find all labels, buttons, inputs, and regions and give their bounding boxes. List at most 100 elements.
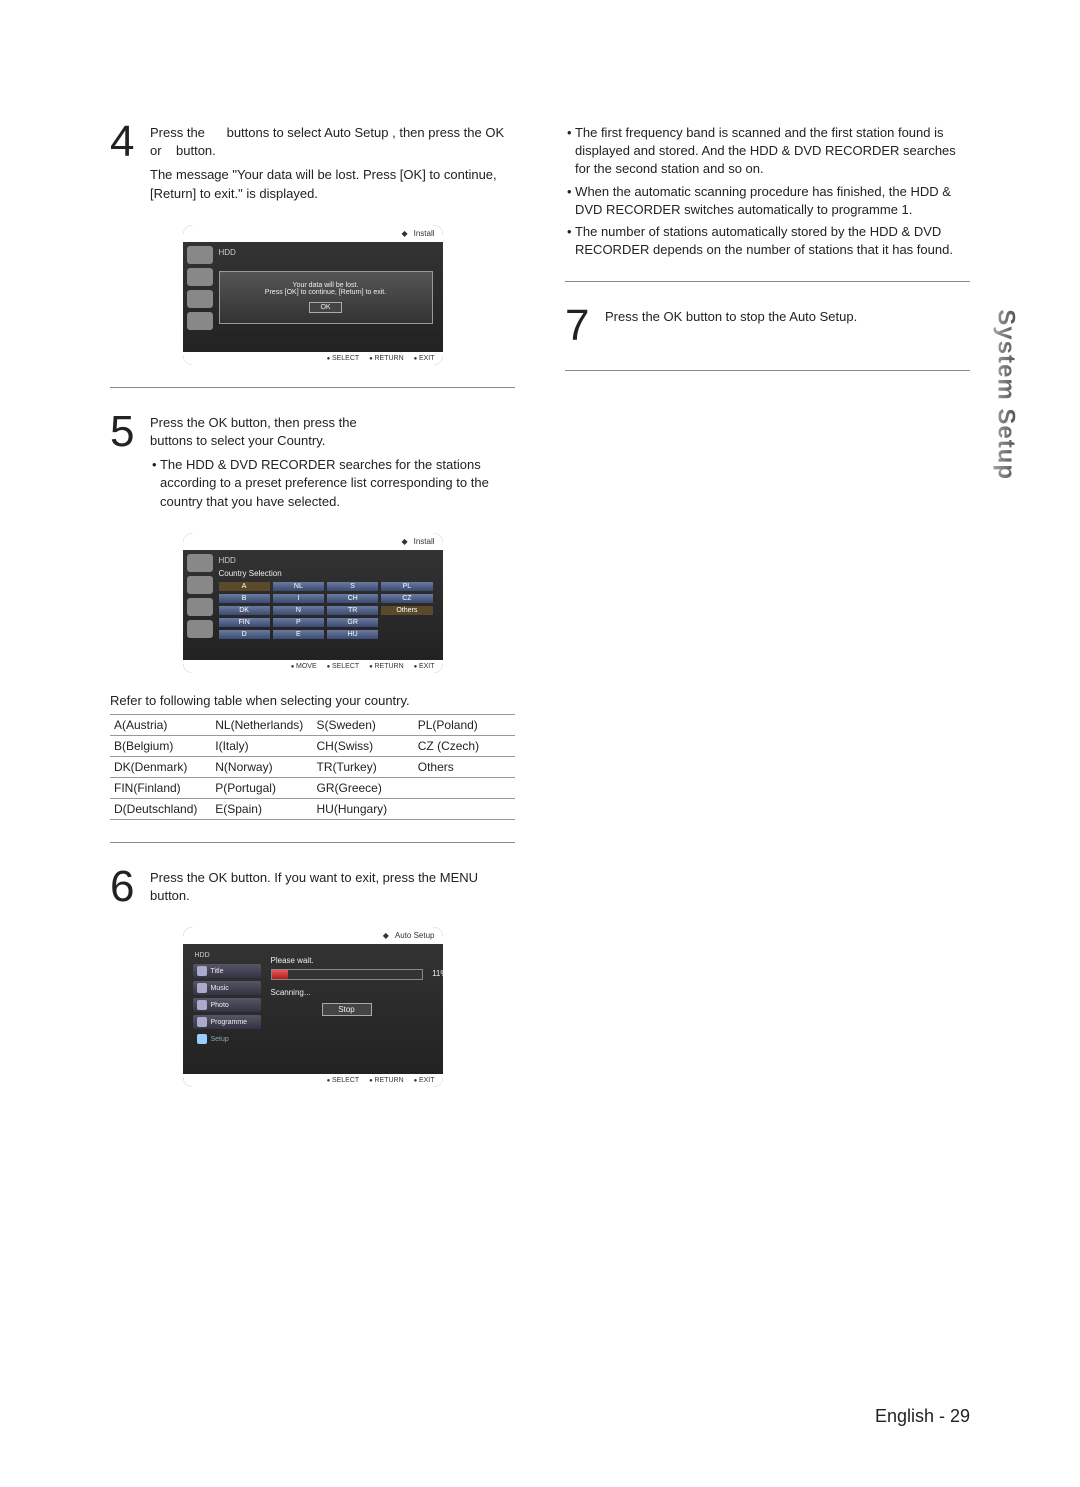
scanning-text: Scanning... <box>271 988 423 997</box>
osd-header: ◆ Install <box>183 533 443 550</box>
country-cell: TR <box>327 606 378 615</box>
country-table: A(Austria) NL(Netherlands) S(Sweden) PL(… <box>110 714 515 820</box>
table-cell: CH(Swiss) <box>313 735 414 756</box>
menu-icon <box>197 1017 207 1027</box>
sidebar-icon <box>187 290 213 308</box>
diamond-icon: ◆ <box>401 537 407 546</box>
diamond-icon: ◆ <box>383 931 389 940</box>
osd-header: ◆ Install <box>183 225 443 242</box>
country-cell: E <box>273 630 324 639</box>
country-grid: A NL S PL B I CH CZ DK N TR Others FIN P… <box>219 582 433 639</box>
country-cell: NL <box>273 582 324 591</box>
table-cell: GR(Greece) <box>313 777 414 798</box>
osd-screenshot-6: ◆ Auto Setup HDD Title Music Photo Progr… <box>183 927 443 1087</box>
menu-label: Title <box>211 968 224 975</box>
right-bullets: The first frequency band is scanned and … <box>565 120 970 259</box>
text: Press the <box>150 125 205 140</box>
footer-select: SELECT <box>327 663 360 670</box>
osd-main-panel: Please wait. 11% Scanning... Stop <box>261 950 433 1066</box>
osd-footer: MOVE SELECT RETURN EXIT <box>183 660 443 673</box>
country-cell: PL <box>381 582 432 591</box>
table-cell: NL(Netherlands) <box>211 714 312 735</box>
country-cell: P <box>273 618 324 627</box>
sidebar-icon <box>187 620 213 638</box>
step-number: 6 <box>110 865 150 911</box>
table-cell: A(Austria) <box>110 714 211 735</box>
stop-button: Stop <box>322 1003 372 1016</box>
footer-select: SELECT <box>327 1077 360 1084</box>
footer-exit: EXIT <box>414 663 435 670</box>
table-cell <box>414 777 515 798</box>
table-cell: S(Sweden) <box>313 714 414 735</box>
table-cell: N(Norway) <box>211 756 312 777</box>
table-cell: B(Belgium) <box>110 735 211 756</box>
step-number: 7 <box>565 304 605 348</box>
sidebar-icon <box>187 312 213 330</box>
footer-return: RETURN <box>369 355 403 362</box>
country-cell: CZ <box>381 594 432 603</box>
country-cell: A <box>219 582 270 591</box>
footer-return: RETURN <box>369 663 403 670</box>
divider <box>565 281 970 282</box>
setup-icon <box>197 1034 207 1044</box>
menu-item: Title <box>193 964 261 978</box>
table-cell <box>414 798 515 819</box>
text: Press the OK button, then press the <box>150 415 357 430</box>
bullet-text: The HDD & DVD RECORDER searches for the … <box>150 456 515 511</box>
osd-modal: Your data will be lost. Press [OK] to co… <box>219 271 433 324</box>
text: Press the OK button to stop the Auto Set… <box>605 308 857 326</box>
bullet-text: The first frequency band is scanned and … <box>565 124 970 179</box>
step-6: 6 Press the OK button. If you want to ex… <box>110 865 515 911</box>
sidebar-icon <box>187 268 213 286</box>
menu-item: Photo <box>193 998 261 1012</box>
osd-header-label: Install <box>414 229 435 238</box>
menu-label: Setup <box>211 1036 229 1043</box>
bullet-text: When the automatic scanning procedure ha… <box>565 183 970 219</box>
country-cell: I <box>273 594 324 603</box>
table-cell: E(Spain) <box>211 798 312 819</box>
sidebar-icon <box>187 576 213 594</box>
modal-ok-button: OK <box>309 302 341 313</box>
step-body: Press the OK button. If you want to exit… <box>150 865 515 911</box>
table-row: DK(Denmark) N(Norway) TR(Turkey) Others <box>110 756 515 777</box>
diamond-icon: ◆ <box>401 229 407 238</box>
osd-header-label: Install <box>414 537 435 546</box>
table-cell: D(Deutschland) <box>110 798 211 819</box>
progress-fill <box>272 970 289 979</box>
osd-menu-sidebar: HDD Title Music Photo Programme Setup <box>193 950 261 1066</box>
table-row: A(Austria) NL(Netherlands) S(Sweden) PL(… <box>110 714 515 735</box>
country-cell: D <box>219 630 270 639</box>
country-cell: CH <box>327 594 378 603</box>
page-number: English - 29 <box>875 1406 970 1427</box>
modal-text: Your data will be lost. <box>230 282 422 289</box>
footer-exit: EXIT <box>414 1077 435 1084</box>
menu-icon <box>197 1000 207 1010</box>
country-cell: HU <box>327 630 378 639</box>
sidebar-icon <box>187 246 213 264</box>
table-cell: PL(Poland) <box>414 714 515 735</box>
osd-hdd-label: HDD <box>193 950 261 961</box>
step-body: Press the OK button to stop the Auto Set… <box>605 304 857 348</box>
step-5: 5 Press the OK button, then press the bu… <box>110 410 515 517</box>
menu-item: Programme <box>193 1015 261 1029</box>
table-cell: CZ (Czech) <box>414 735 515 756</box>
table-cell: P(Portugal) <box>211 777 312 798</box>
menu-icon <box>197 966 207 976</box>
osd-hdd-label: HDD <box>219 248 433 257</box>
sidebar-icon <box>187 554 213 572</box>
country-cell: Others <box>381 606 432 615</box>
text: Press the OK button. If you want to exit… <box>150 869 515 905</box>
table-row: B(Belgium) I(Italy) CH(Swiss) CZ (Czech) <box>110 735 515 756</box>
text: button. <box>176 143 216 158</box>
footer-return: RETURN <box>369 1077 403 1084</box>
step-7: 7 Press the OK button to stop the Auto S… <box>565 304 970 348</box>
osd-country-title: Country Selection <box>219 569 433 578</box>
footer-exit: EXIT <box>414 355 435 362</box>
menu-icon <box>197 983 207 993</box>
footer-move: MOVE <box>291 663 317 670</box>
menu-label: Music <box>211 985 229 992</box>
table-cell: DK(Denmark) <box>110 756 211 777</box>
footer-select: SELECT <box>327 355 360 362</box>
osd-footer: SELECT RETURN EXIT <box>183 1074 443 1087</box>
text: buttons to select your Country. <box>150 433 325 448</box>
